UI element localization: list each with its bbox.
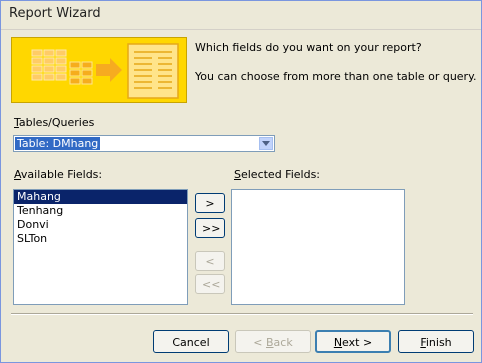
cancel-button[interactable]: Cancel: [153, 330, 229, 353]
list-item[interactable]: Mahang: [14, 190, 187, 204]
list-item[interactable]: Donvi: [14, 218, 187, 232]
tables-queries-combo[interactable]: Table: DMhang: [13, 135, 275, 152]
title-bar: Report Wizard: [1, 1, 481, 30]
footer-divider: [11, 313, 473, 315]
tables-queries-value: Table: DMhang: [15, 137, 101, 150]
tables-queries-label: Tables/Queries: [14, 116, 95, 129]
next-button[interactable]: Next >: [315, 330, 391, 353]
remove-field-button[interactable]: <: [195, 251, 225, 271]
list-item[interactable]: Tenhang: [14, 204, 187, 218]
report-wizard-banner-icon: [11, 37, 187, 103]
report-wizard-window: Report Wizard Which fields do you want o…: [0, 0, 482, 363]
chevron-down-icon[interactable]: [259, 137, 273, 150]
window-title: Report Wizard: [9, 6, 101, 21]
selected-fields-list[interactable]: [231, 189, 405, 305]
selected-fields-label: Selected Fields:: [234, 168, 321, 181]
wizard-question: Which fields do you want on your report?: [195, 41, 422, 54]
add-all-fields-button[interactable]: >>: [195, 218, 225, 238]
add-field-button[interactable]: >: [195, 193, 225, 213]
wizard-hint: You can choose from more than one table …: [195, 70, 477, 83]
list-item[interactable]: SLTon: [14, 232, 187, 246]
available-fields-list[interactable]: Mahang Tenhang Donvi SLTon: [13, 189, 188, 305]
remove-all-fields-button[interactable]: <<: [195, 274, 225, 294]
available-fields-label: Available Fields:: [14, 168, 103, 181]
back-button[interactable]: < Back: [235, 330, 311, 353]
finish-button[interactable]: Finish: [398, 330, 474, 353]
